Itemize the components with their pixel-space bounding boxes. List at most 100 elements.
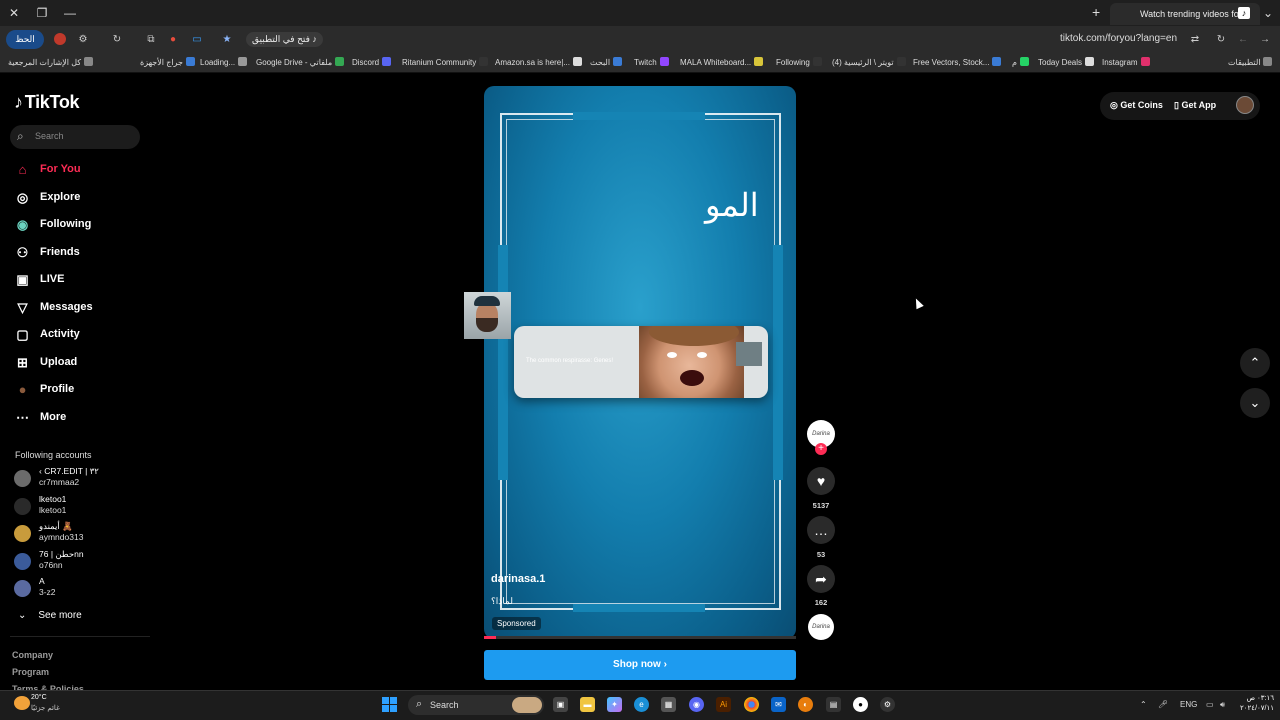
bookmark-item[interactable]: Instagram [1102,57,1150,67]
video-progress-bar[interactable] [484,636,796,639]
bookmark-favicon-icon [84,57,94,66]
blender-icon[interactable]: ◐ [798,697,813,712]
user-avatar[interactable] [1236,96,1254,114]
previous-video-chevron-up-icon[interactable]: ⌃ [1240,348,1270,378]
search-input[interactable]: ⌕ Search [10,125,140,149]
bookmark-item[interactable]: م [1012,57,1029,67]
like-count: 5137 [812,501,830,510]
bookmark-favicon-icon [573,57,582,66]
bookmark-item[interactable]: التطبيقات [1228,57,1273,67]
network-icon[interactable]: ▭ [1206,700,1214,709]
comment-icon[interactable]: … [807,516,835,544]
extension-icon[interactable] [54,33,66,45]
tiktok-favicon-icon: ♪ [1238,7,1250,19]
see-more-button[interactable]: ⌄ See more [18,610,82,621]
tab-list-chevron-icon[interactable]: ⌄ [1258,4,1278,22]
minimize-window-icon[interactable]: — [60,4,80,22]
following-account-item[interactable]: ‹ CR7.EDIT | ٣٢ cr7mmaa2 [14,466,134,490]
bookmark-item[interactable]: Loading... [200,57,248,67]
following-accounts-header: Following accounts [15,450,92,460]
new-tab-icon[interactable]: + [1092,4,1100,20]
open-in-app-chip[interactable]: فتح في التطبيق ♪ [246,32,323,47]
illustrator-icon[interactable]: Ai [716,697,731,712]
following-account-item[interactable]: A 3-z2 [14,576,134,600]
reload-icon[interactable]: ↻ [1214,33,1228,47]
forward-icon[interactable]: ← [1236,33,1250,47]
restore-window-icon[interactable]: ❐ [32,4,52,22]
follow-plus-icon[interactable]: + [815,443,827,455]
bookmark-item[interactable]: كل الإشارات المرجعية [8,57,94,67]
tiktok-note-icon: ♪ [14,92,23,112]
bookmark-item[interactable]: جراج الأجهزة [140,57,195,67]
avatar [14,470,31,487]
bookmark-item[interactable]: MALA Whiteboard... [680,57,764,67]
volume-icon[interactable]: 🔊︎ [1220,700,1225,710]
bookmark-item[interactable]: Twitch [634,57,669,67]
shop-now-button[interactable]: Shop now › [484,650,796,680]
pin-icon[interactable]: ● [166,33,180,47]
next-video-chevron-down-icon[interactable]: ⌄ [1240,388,1270,418]
mouse-cursor-icon [912,296,924,310]
footer-company-link[interactable]: Company [12,650,53,660]
bookmark-item[interactable]: Ritanium Community [402,57,489,67]
get-coins-button[interactable]: ◎ Get Coins [1110,100,1163,111]
close-window-icon[interactable]: ✕ [4,4,24,22]
bookmark-label: Loading... [200,58,236,67]
store-icon[interactable]: ▦ [661,697,676,712]
following-account-item[interactable]: lketoo1 lketoo1 [14,494,134,518]
discord-icon[interactable]: ◉ [689,697,704,712]
file-explorer-icon[interactable]: ▬ [580,697,595,712]
following-account-item[interactable]: أيمندو 🧸 aymndo313 [14,521,134,545]
bookmark-label: كل الإشارات المرجعية [8,58,82,67]
bookmark-item[interactable]: Free Vectors, Stock... [913,57,1002,67]
screen-icon[interactable]: ▭ [190,33,204,47]
title-bar: ✕ ❐ — + ✕ Watch trending videos for y ♪ … [0,0,1280,26]
weather-desc: غائم جزئيًا [31,705,60,712]
music-disc-icon[interactable]: Darina [808,614,834,640]
history-icon[interactable]: ↻ [110,33,124,47]
microphone-icon[interactable]: 🎤︎ [1158,700,1168,709]
taskbar-clock[interactable]: ٠٣:١٦ ص ٢٠٢٤/٠٧/١١ [1238,694,1274,714]
friends-icon: ⚇ [16,244,29,260]
task-view-icon[interactable]: ▣ [553,697,568,712]
activity-icon: ▢ [16,327,29,342]
profile-icon: ● [18,382,27,397]
calculator-icon[interactable]: ▤ [826,697,841,712]
edge-icon[interactable]: e [634,697,649,712]
bookmark-favicon-icon [1085,57,1095,66]
bookmark-item[interactable]: Today Deals [1038,57,1095,67]
url-text[interactable]: tiktok.com/foryou?lang=en [1060,33,1177,44]
video-username[interactable]: darinasa.1 [491,573,545,585]
taskbar-search[interactable]: ⌕ Search [408,695,544,715]
puzzle-icon[interactable]: ⧉ [144,33,158,47]
bookmark-item[interactable]: Following [776,57,822,67]
language-indicator[interactable]: ENG [1180,700,1197,709]
get-app-button[interactable]: ▯ Get App [1174,100,1216,111]
like-heart-icon[interactable]: ♥ [807,467,835,495]
bookmark-item[interactable]: البحث [590,57,623,67]
bookmark-item[interactable]: Amazon.sa is here|... [495,57,582,67]
avatar [14,552,31,570]
app-icon[interactable]: ● [853,697,868,712]
settings-icon[interactable]: ⚙ [880,697,895,712]
tiktok-logo[interactable]: ♪ TikTok [14,92,80,113]
star-bookmark-icon[interactable]: ★ [220,33,234,47]
following-account-item[interactable]: 76 | حطنnn o76nn [14,549,134,573]
site-settings-icon[interactable]: ⇄ [1188,33,1202,47]
chrome-icon[interactable] [744,697,759,712]
footer-program-link[interactable]: Program [12,667,49,677]
bookmark-item[interactable]: (4) تويتر \ الرئيسية [832,57,906,67]
bookmark-favicon-icon [992,57,1002,66]
bookmark-item[interactable]: Google Drive - ملفاتي [256,57,345,67]
copilot-icon[interactable]: ✦ [607,697,622,712]
extensions-menu-icon[interactable]: ⚙ [76,33,90,47]
bookmark-item[interactable]: Discord [352,57,392,67]
share-icon[interactable]: ➦ [807,565,835,593]
ai-button[interactable]: الحظ [6,30,44,49]
account-handle: 3-z2 [39,587,56,597]
back-icon[interactable]: → [1258,33,1272,47]
tray-chevron-up-icon[interactable]: ⌃ [1140,700,1147,709]
windows-start-icon[interactable] [382,697,398,713]
frame-gap-left [498,245,508,480]
outlook-icon[interactable]: ✉ [771,697,786,712]
